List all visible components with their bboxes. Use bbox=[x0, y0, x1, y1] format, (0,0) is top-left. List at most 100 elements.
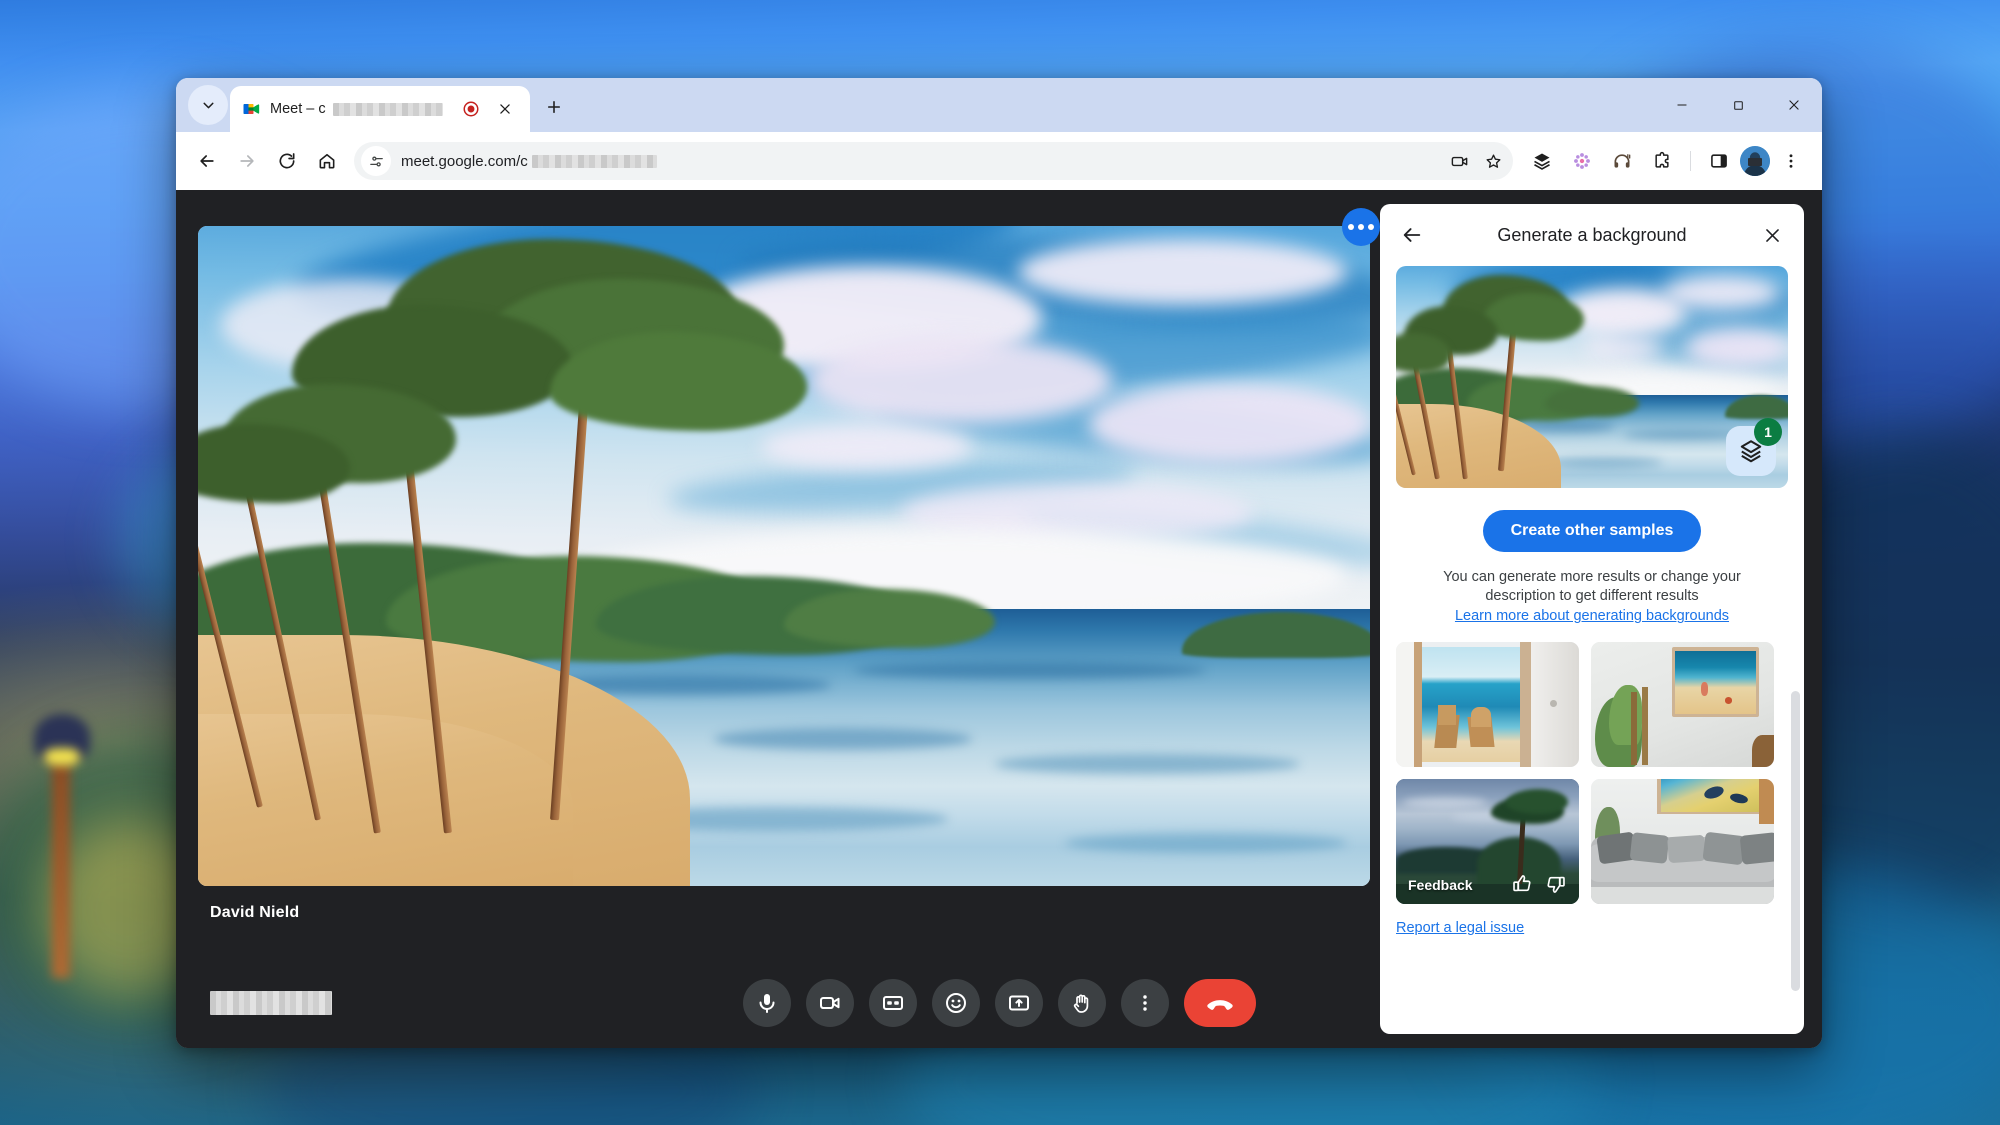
avatar-photo bbox=[1740, 146, 1770, 176]
new-tab-button[interactable] bbox=[540, 92, 568, 122]
layers-extension-icon bbox=[1532, 151, 1552, 171]
wallpaper-lamppost bbox=[52, 748, 70, 978]
self-video-tile[interactable] bbox=[198, 226, 1370, 886]
close-icon bbox=[498, 102, 512, 116]
panel-scrollbar[interactable] bbox=[1791, 691, 1800, 991]
three-dot-menu-icon bbox=[1782, 152, 1800, 170]
star-icon bbox=[1484, 152, 1503, 171]
layers-extension-button[interactable] bbox=[1523, 142, 1561, 180]
thumbnail-art bbox=[1591, 779, 1774, 904]
panel-header: Generate a background bbox=[1380, 204, 1804, 266]
tab-recording-icon[interactable] bbox=[460, 98, 482, 120]
google-meet-app: David Nield bbox=[176, 190, 1822, 1048]
tab-strip: Meet – c bbox=[176, 78, 1822, 132]
browser-tab-meet[interactable]: Meet – c bbox=[230, 86, 530, 132]
hang-up-icon bbox=[1205, 988, 1235, 1018]
layers-button[interactable]: 1 bbox=[1726, 426, 1776, 476]
leave-call-button[interactable] bbox=[1184, 979, 1256, 1027]
google-meet-icon bbox=[241, 99, 261, 119]
headphones-extension-button[interactable] bbox=[1603, 142, 1641, 180]
raise-hand-button[interactable] bbox=[1058, 979, 1106, 1027]
window-close-button[interactable] bbox=[1766, 78, 1822, 132]
redacted-url-text bbox=[532, 155, 657, 168]
sample-beach-chairs[interactable] bbox=[1396, 642, 1579, 767]
more-options-button[interactable] bbox=[1121, 979, 1169, 1027]
redacted-meeting-code bbox=[210, 991, 332, 1015]
toolbar-divider bbox=[1690, 151, 1691, 171]
headphones-extension-icon bbox=[1612, 151, 1632, 171]
dot bbox=[1368, 224, 1374, 230]
address-bar[interactable]: meet.google.com/c bbox=[354, 142, 1513, 180]
cta-container: Create other samples bbox=[1396, 510, 1788, 552]
raise-hand-icon bbox=[1070, 991, 1094, 1015]
panel-help-text: You can generate more results or change … bbox=[1396, 568, 1788, 606]
thumbs-down-button[interactable] bbox=[1545, 873, 1567, 898]
omnibox-actions bbox=[1443, 145, 1513, 177]
home-button[interactable] bbox=[308, 142, 346, 180]
help-line-2: description to get different results bbox=[1485, 588, 1698, 604]
meeting-code-area bbox=[210, 991, 332, 1015]
sample-living-room-art[interactable] bbox=[1591, 779, 1774, 904]
vertical-dots-icon bbox=[1134, 992, 1156, 1014]
dot bbox=[1358, 224, 1364, 230]
reload-button[interactable] bbox=[268, 142, 306, 180]
side-panel-button[interactable] bbox=[1700, 142, 1738, 180]
browser-menu-button[interactable] bbox=[1772, 142, 1810, 180]
thumbs-up-button[interactable] bbox=[1511, 873, 1533, 898]
emoji-smile-icon bbox=[944, 991, 968, 1015]
site-settings-button[interactable] bbox=[361, 146, 391, 176]
generated-background-preview[interactable]: 1 bbox=[1396, 266, 1788, 488]
present-screen-icon bbox=[1007, 991, 1031, 1015]
forward-button[interactable] bbox=[228, 142, 266, 180]
create-other-samples-button[interactable]: Create other samples bbox=[1483, 510, 1702, 552]
dot bbox=[1348, 224, 1354, 230]
video-camera-icon bbox=[818, 991, 842, 1015]
forward-arrow-icon bbox=[237, 151, 257, 171]
browser-toolbar: meet.google.com/c bbox=[176, 132, 1822, 190]
thumbs-down-icon bbox=[1545, 873, 1567, 895]
address-bar-text: meet.google.com/c bbox=[401, 153, 657, 170]
thumbs-up-icon bbox=[1511, 873, 1533, 895]
layers-count-badge: 1 bbox=[1754, 418, 1782, 446]
back-button[interactable] bbox=[188, 142, 226, 180]
microphone-button[interactable] bbox=[743, 979, 791, 1027]
closed-captions-icon bbox=[881, 991, 905, 1015]
plus-icon bbox=[545, 98, 563, 116]
profile-avatar[interactable] bbox=[1740, 146, 1770, 176]
window-maximize-button[interactable] bbox=[1710, 78, 1766, 132]
back-arrow-icon bbox=[197, 151, 217, 171]
learn-more-link[interactable]: Learn more about generating backgrounds bbox=[1396, 608, 1788, 624]
wallpaper-lamplight bbox=[44, 748, 80, 766]
feedback-overlay: Feedback bbox=[1396, 866, 1579, 904]
captions-button[interactable] bbox=[869, 979, 917, 1027]
present-button[interactable] bbox=[995, 979, 1043, 1027]
tab-title: Meet – c bbox=[270, 101, 443, 117]
side-panel-icon bbox=[1709, 151, 1729, 171]
screencast-button[interactable] bbox=[1443, 145, 1475, 177]
tune-icon bbox=[368, 153, 385, 170]
meet-video-stage: David Nield bbox=[176, 190, 1398, 958]
puzzle-extensions-icon bbox=[1652, 151, 1672, 171]
panel-body: 1 Create other samples You can generate … bbox=[1380, 266, 1804, 1034]
camera-button[interactable] bbox=[806, 979, 854, 1027]
panel-close-button[interactable] bbox=[1752, 215, 1792, 255]
flower-extension-button[interactable] bbox=[1563, 142, 1601, 180]
sample-framed-beach-art[interactable] bbox=[1591, 642, 1774, 767]
bookmark-button[interactable] bbox=[1477, 145, 1509, 177]
generate-background-panel: Generate a background bbox=[1380, 204, 1804, 1034]
redacted-tab-text bbox=[333, 103, 443, 116]
emoji-button[interactable] bbox=[932, 979, 980, 1027]
sample-backgrounds-grid: Feedback bbox=[1396, 642, 1788, 904]
window-minimize-button[interactable] bbox=[1654, 78, 1710, 132]
beach-painting-background bbox=[198, 226, 1370, 886]
tab-search-button[interactable] bbox=[188, 85, 228, 125]
self-participant-name: David Nield bbox=[210, 904, 299, 922]
chevron-down-icon bbox=[200, 97, 217, 114]
more-options-floating-button[interactable] bbox=[1342, 208, 1380, 246]
sample-palm-sunset[interactable]: Feedback bbox=[1396, 779, 1579, 904]
feedback-label: Feedback bbox=[1408, 877, 1473, 893]
report-legal-issue-link[interactable]: Report a legal issue bbox=[1396, 920, 1524, 936]
extensions-button[interactable] bbox=[1643, 142, 1681, 180]
panel-back-button[interactable] bbox=[1392, 215, 1432, 255]
tab-close-button[interactable] bbox=[491, 95, 519, 123]
